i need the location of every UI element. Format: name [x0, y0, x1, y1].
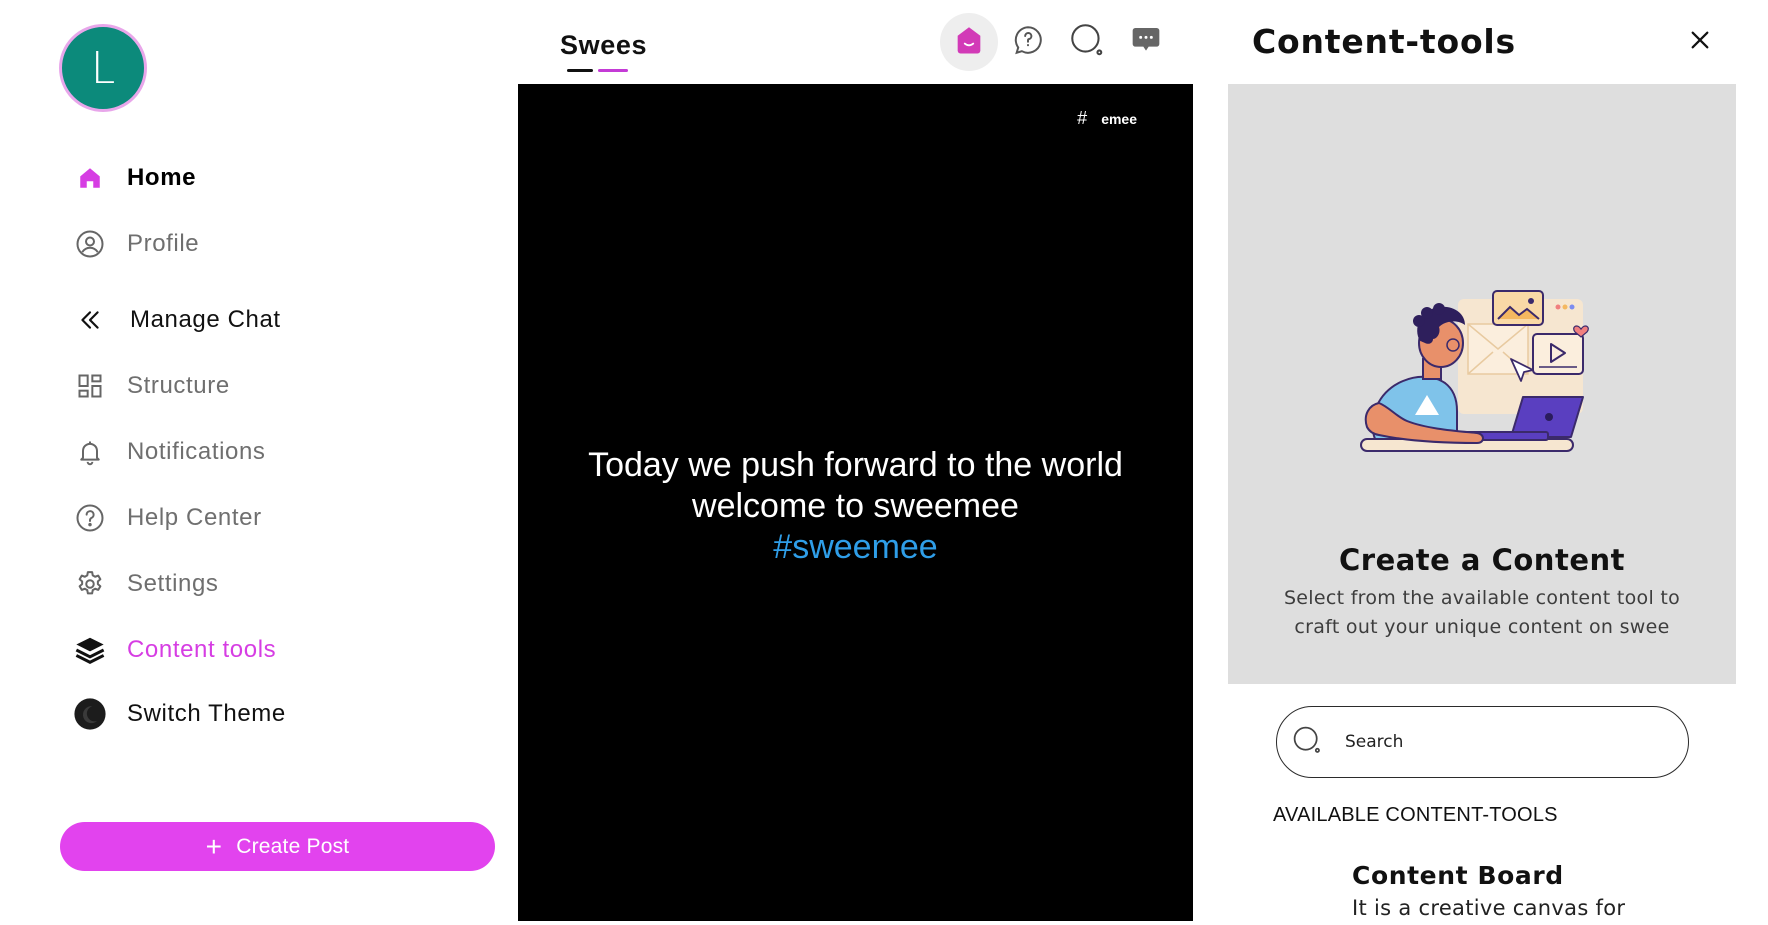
sidebar-item-label: Structure: [127, 372, 230, 399]
tab-underline-dark: [567, 69, 593, 72]
swees-home-button[interactable]: [940, 13, 998, 71]
post-text: Today we push forward to the world welco…: [518, 445, 1193, 568]
tab-swees[interactable]: Swees: [560, 30, 647, 61]
search-button[interactable]: [1058, 13, 1116, 71]
hero-subtitle: Select from the available content tool t…: [1283, 587, 1681, 638]
profile-icon: [70, 224, 110, 264]
panel-title: Content-tools: [1252, 22, 1516, 61]
sidebar-item-label: Manage Chat: [130, 306, 281, 333]
sidebar: L Home Profile Manage Chat Structure Not…: [0, 0, 520, 925]
tool-description: It is a creative canvas for: [1352, 896, 1626, 920]
sidebar-item-label: Switch Theme: [127, 700, 286, 727]
post-tag-hash: #: [1077, 108, 1088, 128]
sidebar-item-label: Profile: [127, 230, 200, 257]
moon-icon: [70, 694, 110, 734]
search-input[interactable]: [1345, 732, 1645, 752]
search-icon: [1291, 724, 1323, 761]
layers-icon: [70, 630, 110, 670]
sidebar-item-label: Settings: [127, 570, 219, 597]
sidebar-item-profile[interactable]: Profile: [70, 224, 199, 264]
close-icon: [1689, 29, 1711, 56]
content-creator-illustration: [1353, 289, 1613, 469]
post-hashtag-link[interactable]: #sweemee: [518, 527, 1193, 568]
create-post-label: Create Post: [236, 834, 350, 858]
structure-grid-icon: [70, 366, 110, 406]
content-tools-panel: Content-tools Create a Content Select fr…: [1228, 0, 1768, 925]
sidebar-item-switch-theme[interactable]: Switch Theme: [70, 694, 286, 734]
sidebar-item-manage-chat[interactable]: Manage Chat: [70, 300, 281, 340]
home-icon: [70, 158, 110, 198]
gear-icon: [70, 564, 110, 604]
tool-name[interactable]: Content Board: [1352, 861, 1564, 890]
post-tag[interactable]: # emee: [1077, 108, 1137, 129]
create-content-hero: Create a Content Select from the availab…: [1228, 84, 1736, 684]
chat-bubble-button[interactable]: [999, 13, 1057, 71]
messages-icon: [1130, 24, 1162, 61]
post-card[interactable]: # emee Today we push forward to the worl…: [518, 84, 1193, 921]
swees-home-icon: [952, 23, 986, 62]
sidebar-item-structure[interactable]: Structure: [70, 366, 230, 406]
bell-icon: [70, 432, 110, 472]
search-icon: [1068, 21, 1106, 64]
hero-title: Create a Content: [1338, 543, 1625, 577]
post-line-1: Today we push forward to the world: [588, 446, 1123, 484]
feed-header: Swees: [518, 0, 1194, 84]
create-post-button[interactable]: + Create Post: [60, 822, 495, 871]
tab-underline-accent: [598, 69, 628, 72]
sidebar-item-content-tools[interactable]: Content tools: [70, 630, 276, 670]
sidebar-item-settings[interactable]: Settings: [70, 564, 219, 604]
sidebar-item-home[interactable]: Home: [70, 158, 196, 198]
messages-button[interactable]: [1117, 13, 1175, 71]
plus-icon: +: [205, 830, 223, 862]
help-circle-icon: [70, 498, 110, 538]
sidebar-item-help-center[interactable]: Help Center: [70, 498, 262, 538]
sidebar-item-label: Help Center: [127, 504, 262, 531]
sidebar-item-label: Content tools: [127, 636, 277, 663]
post-line-2: welcome to sweemee: [692, 487, 1019, 525]
search-box[interactable]: [1276, 706, 1689, 778]
post-tag-text: emee: [1101, 110, 1137, 127]
chat-bubble-icon: [1011, 23, 1045, 62]
sidebar-item-notifications[interactable]: Notifications: [70, 432, 266, 472]
section-label: AVAILABLE CONTENT-TOOLS: [1273, 804, 1558, 826]
double-chevron-left-icon: [70, 300, 110, 340]
close-button[interactable]: [1684, 26, 1716, 58]
avatar[interactable]: L: [59, 24, 147, 112]
sidebar-item-label: Home: [127, 164, 197, 191]
sidebar-item-label: Notifications: [127, 438, 266, 465]
